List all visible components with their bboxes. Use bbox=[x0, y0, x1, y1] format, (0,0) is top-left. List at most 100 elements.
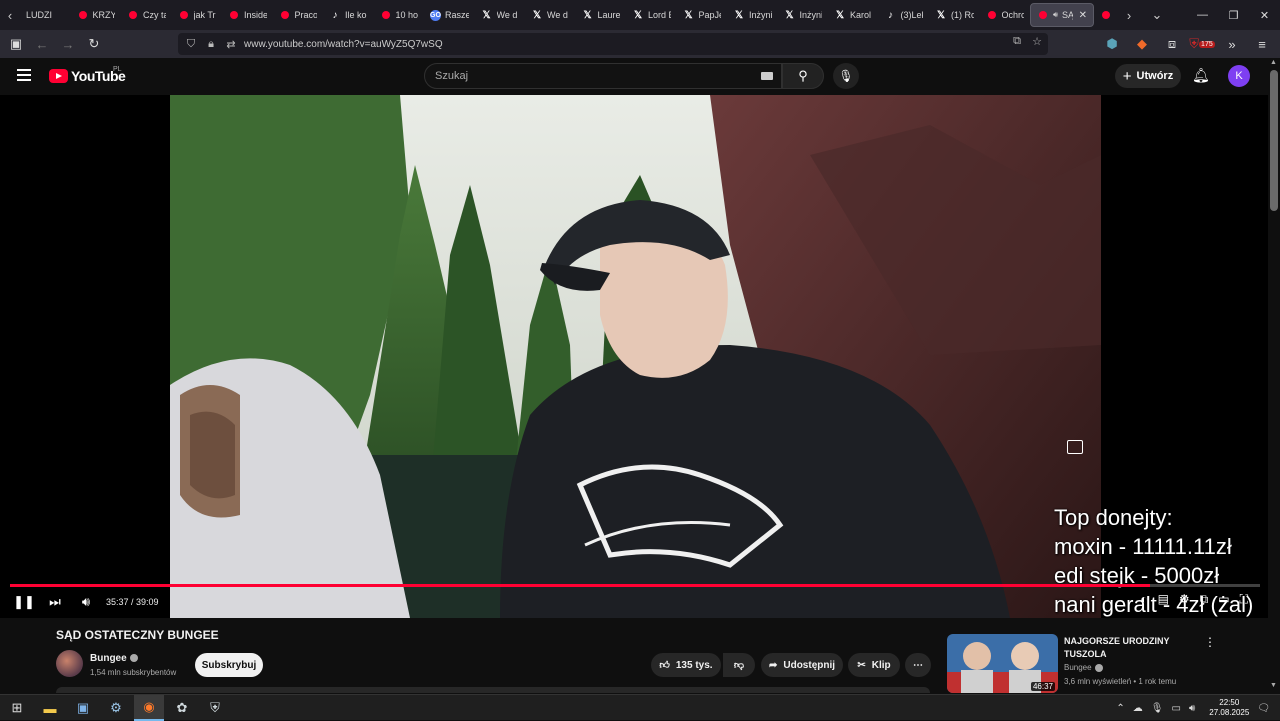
subscribe-button[interactable]: Subskrybuj bbox=[195, 653, 263, 677]
url-text[interactable]: www.youtube.com/watch?v=auWyZ5Q7wSQ bbox=[244, 39, 443, 50]
forward-button[interactable]: → bbox=[56, 32, 80, 56]
remote-desktop-icon[interactable]: ▣ bbox=[68, 695, 98, 721]
recommended-channel-text[interactable]: Bungee bbox=[1064, 663, 1092, 672]
picture-in-picture-icon[interactable]: ⧉ bbox=[1010, 35, 1024, 48]
channel-name-text[interactable]: Bungee bbox=[90, 653, 127, 664]
tab-active[interactable]: 🔊︎ SĄ ✕ bbox=[1030, 3, 1094, 27]
extensions-puzzle-icon[interactable]: ⧈ bbox=[1160, 32, 1184, 56]
start-windows-icon[interactable]: ⊞ bbox=[2, 695, 32, 721]
recommended-thumbnail[interactable]: 46:37 bbox=[947, 634, 1058, 693]
more-actions-button[interactable]: ⋯ bbox=[905, 653, 931, 677]
browser-tab[interactable]: jak Tr bbox=[172, 3, 223, 27]
browser-tab[interactable]: Inside bbox=[222, 3, 273, 27]
tab-audio-playing-icon[interactable]: 🔊︎ bbox=[1053, 10, 1058, 20]
create-button[interactable]: + Utwórz bbox=[1115, 64, 1181, 88]
shield-icon[interactable]: ⛉ bbox=[184, 38, 198, 51]
browser-tab[interactable]: LUDZI bbox=[20, 3, 71, 27]
browser-tab[interactable]: 𝕏 Laure bbox=[576, 3, 627, 27]
app-menu-icon[interactable]: ≡ bbox=[1250, 32, 1274, 56]
tab-close-icon[interactable]: ✕ bbox=[1079, 10, 1087, 21]
reload-button[interactable]: ↻ bbox=[82, 32, 106, 56]
settings-gear-icon[interactable]: ⚙ bbox=[1179, 592, 1190, 607]
fox-extension-icon[interactable]: ◆ bbox=[1130, 32, 1154, 56]
browser-tab[interactable]: Ochro bbox=[980, 3, 1031, 27]
app-taskbar-icon[interactable]: ✿ bbox=[167, 695, 197, 721]
firefox-taskbar-icon[interactable]: ◉ bbox=[134, 695, 164, 721]
recommended-title[interactable]: NAJGORSZE URODZINY TUSZOLA bbox=[1064, 635, 1194, 661]
browser-tab[interactable]: KRZYŻ bbox=[71, 3, 122, 27]
microphone-tray-icon[interactable]: 🎙︎ bbox=[1151, 703, 1164, 714]
volume-icon[interactable]: 🔊︎ bbox=[74, 592, 98, 612]
guide-menu-icon[interactable] bbox=[17, 69, 31, 81]
url-bar[interactable]: ⛉ 🔒︎ ⇄ www.youtube.com/watch?v=auWyZ5Q7w… bbox=[178, 33, 1048, 55]
theater-mode-icon[interactable]: ▭ bbox=[1218, 592, 1229, 607]
browser-tab[interactable]: 𝕏 Lord E bbox=[626, 3, 677, 27]
search-button[interactable]: ⚲ bbox=[782, 63, 824, 89]
next-video-button[interactable]: ⏭︎ bbox=[43, 592, 67, 612]
network-icon[interactable]: ▭ bbox=[1171, 703, 1180, 714]
voice-search-button[interactable]: 🎙︎ bbox=[833, 63, 859, 89]
browser-tab[interactable]: 𝕏 (1) Ro bbox=[929, 3, 980, 27]
browser-tab[interactable]: Czy ta bbox=[121, 3, 172, 27]
like-button[interactable]: 👍︎ 135 tys. bbox=[651, 653, 721, 677]
shield-app-taskbar-icon[interactable]: ⛨ bbox=[200, 695, 230, 721]
restore-button[interactable]: ❐ bbox=[1218, 0, 1249, 30]
ublock-extension-icon[interactable]: ⛨ 175 bbox=[1189, 32, 1215, 56]
browser-tab[interactable]: ♪ Ile ko bbox=[323, 3, 374, 27]
browser-tab[interactable]: 𝕏 Inżyni bbox=[778, 3, 829, 27]
channel-name[interactable]: Bungee bbox=[90, 653, 138, 664]
video-frame[interactable] bbox=[170, 95, 1101, 618]
fullscreen-icon[interactable]: ⛶ bbox=[1240, 592, 1248, 607]
description-box[interactable] bbox=[56, 687, 930, 693]
recommended-channel[interactable]: Bungee bbox=[1064, 663, 1103, 672]
steam-icon[interactable]: ⚙ bbox=[101, 695, 131, 721]
close-window-button[interactable]: ✕ bbox=[1249, 0, 1280, 30]
permissions-icon[interactable]: ⇄ bbox=[224, 38, 238, 51]
tab-scroll-left-button[interactable]: ‹ bbox=[0, 0, 20, 30]
browser-tab[interactable]: 𝕏 Inżyni bbox=[727, 3, 778, 27]
tab-scroll-right-button[interactable]: › bbox=[1119, 0, 1139, 30]
overflow-chevron-icon[interactable]: » bbox=[1220, 32, 1244, 56]
clip-button[interactable]: ✂ Klip bbox=[848, 653, 900, 677]
system-clock[interactable]: 22:50 27.08.2025 bbox=[1209, 698, 1249, 718]
vpn-extension-icon[interactable]: ⬢ bbox=[1100, 32, 1124, 56]
browser-tab[interactable]: Praco bbox=[273, 3, 324, 27]
file-explorer-icon[interactable]: ▬ bbox=[35, 695, 65, 721]
lock-icon[interactable]: 🔒︎ bbox=[204, 38, 218, 51]
pause-button[interactable]: ❚❚ bbox=[12, 592, 36, 612]
share-button[interactable]: ➦ Udostępnij bbox=[761, 653, 843, 677]
tab-list-dropdown-button[interactable]: ⌄ bbox=[1147, 0, 1167, 30]
browser-tab[interactable]: ♪ (3)Lek bbox=[879, 3, 930, 27]
search-input[interactable]: Szukaj bbox=[424, 63, 782, 89]
browser-tab[interactable]: THE bbox=[1094, 3, 1115, 27]
video-player[interactable]: Top donejty: moxin - 11111.11zł edi stej… bbox=[0, 95, 1268, 618]
browser-tab[interactable]: 10 ho bbox=[374, 3, 425, 27]
notifications-center-icon[interactable]: 🗨︎ bbox=[1257, 703, 1270, 714]
page-scrollbar[interactable]: ▲ ▼ bbox=[1268, 58, 1280, 698]
back-button[interactable]: ← bbox=[30, 32, 54, 56]
browser-tab[interactable]: 𝕏 We d bbox=[475, 3, 526, 27]
dislike-button[interactable]: 👎︎ bbox=[723, 653, 755, 677]
autoplay-toggle-icon[interactable]: ◐ bbox=[1140, 592, 1147, 607]
scroll-down-arrow-icon[interactable]: ▼ bbox=[1270, 682, 1277, 689]
subtitles-icon[interactable]: ▤ bbox=[1158, 592, 1169, 607]
volume-tray-icon[interactable]: 🔊︎ bbox=[1189, 703, 1195, 714]
bookmark-star-icon[interactable]: ☆ bbox=[1030, 35, 1044, 48]
minimize-button[interactable]: — bbox=[1187, 0, 1218, 30]
keyboard-icon[interactable] bbox=[761, 72, 773, 80]
browser-tab[interactable]: 𝕏 Karol bbox=[828, 3, 879, 27]
scroll-up-arrow-icon[interactable]: ▲ bbox=[1270, 59, 1277, 66]
browser-tab[interactable]: 𝕏 We d bbox=[525, 3, 576, 27]
channel-avatar[interactable] bbox=[56, 650, 83, 677]
sidebar-toggle-icon[interactable]: ▣ bbox=[4, 32, 28, 56]
notifications-bell-icon[interactable]: 🔔︎ bbox=[1192, 67, 1210, 84]
miniplayer-icon[interactable] bbox=[1067, 440, 1083, 454]
account-avatar[interactable]: K bbox=[1228, 65, 1250, 87]
tray-chevron-icon[interactable]: ⌃ bbox=[1116, 703, 1124, 714]
scrollbar-thumb[interactable] bbox=[1270, 70, 1278, 211]
onedrive-cloud-icon[interactable]: ☁ bbox=[1133, 703, 1143, 714]
miniplayer-icon[interactable]: ⧉ bbox=[1200, 592, 1209, 607]
browser-tab[interactable]: 𝕏 PapJe bbox=[677, 3, 728, 27]
progress-bar[interactable] bbox=[10, 584, 1260, 587]
browser-tab[interactable]: GO Rasze bbox=[424, 3, 475, 27]
